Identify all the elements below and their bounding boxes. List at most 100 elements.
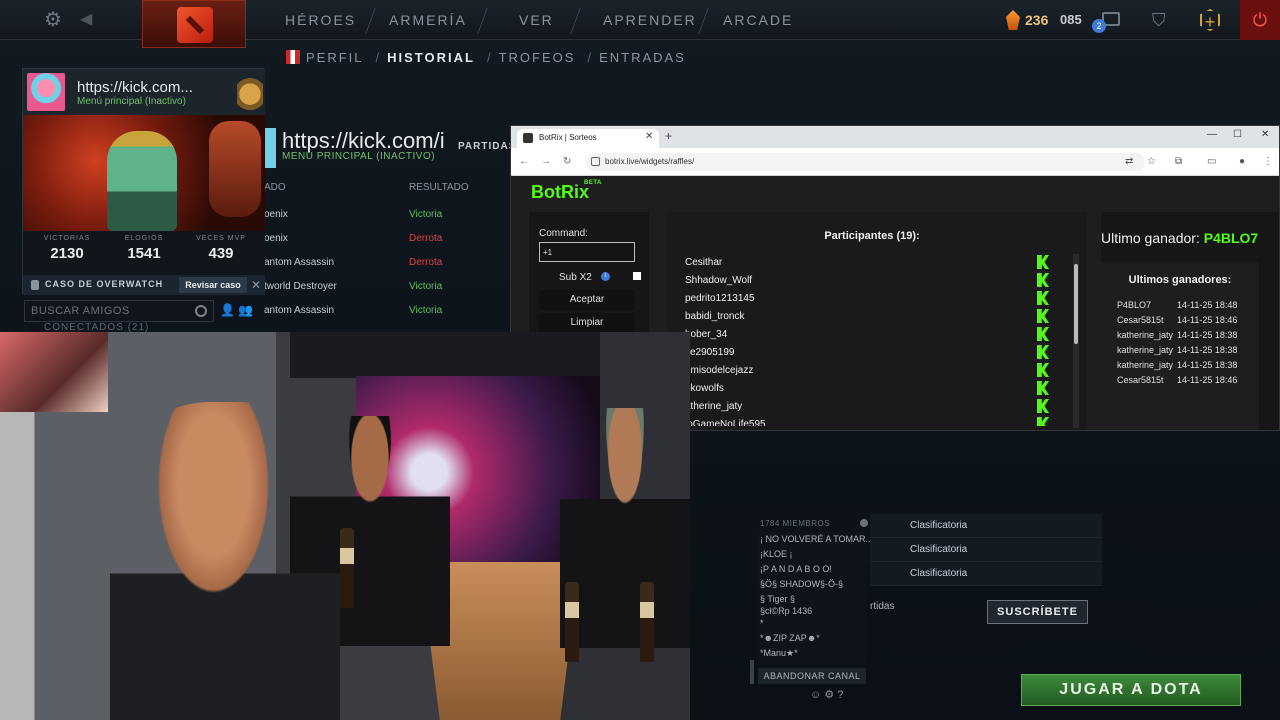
subnav-history[interactable]: HISTORIAL: [387, 50, 475, 65]
list-item[interactable]: xe2905199: [685, 344, 1055, 362]
play-dota-button[interactable]: JUGAR A DOTA: [1021, 674, 1241, 706]
list-item[interactable]: *☻ZIP ZAP☻*: [760, 633, 820, 643]
nav-armory[interactable]: ARMERÍA: [389, 12, 467, 28]
list-item[interactable]: ¡P A N D A B O O!: [760, 564, 832, 574]
list-item[interactable]: *Manu★*: [760, 648, 798, 659]
accept-button[interactable]: Aceptar: [539, 290, 635, 310]
list-item[interactable]: §Ö§ SHADOW§-Ö-§: [760, 579, 843, 589]
profile-status: Menú principal (Inactivo): [77, 96, 186, 107]
clear-button[interactable]: Limpiar: [539, 313, 635, 333]
gear-icon[interactable]: ⚙: [42, 9, 64, 31]
list-item[interactable]: *: [760, 618, 764, 628]
list-item[interactable]: ¡ NO VOLVERÉ A TOMAR...: [760, 534, 873, 544]
match-row[interactable]: tworld Destroyer Victoria: [264, 281, 510, 305]
list-item[interactable]: loGameNoLife595: [685, 416, 1055, 426]
list-item[interactable]: §cl©Rp 1436: [760, 606, 812, 616]
new-tab-icon[interactable]: +: [665, 129, 672, 143]
site-info-icon[interactable]: [591, 157, 600, 166]
profile-card-header: https://kick.com... Menú principal (Inac…: [23, 69, 265, 115]
shards-value: 236: [1025, 12, 1049, 28]
nav-watch[interactable]: VER: [519, 12, 554, 28]
armory-icon[interactable]: ⛉: [1152, 10, 1170, 30]
command-input[interactable]: [539, 242, 635, 262]
ranked-row[interactable]: Clasificatoria: [870, 514, 1102, 538]
cast-icon[interactable]: ▭: [1207, 156, 1216, 167]
subnav-entries[interactable]: ENTRADAS: [599, 50, 686, 65]
list-item[interactable]: umisodelcejazz: [685, 362, 1055, 380]
url-field[interactable]: botrix.live/widgets/raffles/: [585, 153, 1145, 171]
power-icon[interactable]: ⏻: [1240, 0, 1280, 40]
list-item[interactable]: ¡KLOE ¡: [760, 549, 793, 559]
list-item[interactable]: Cesithar: [685, 254, 1055, 272]
settings-icon[interactable]: ⚙: [824, 689, 834, 701]
resize-handle[interactable]: [750, 660, 754, 684]
flag-icon: [286, 50, 300, 64]
back-arrow-icon[interactable]: ◀: [80, 9, 98, 31]
info-icon[interactable]: [860, 519, 868, 527]
nav-separator: [698, 8, 709, 34]
reload-icon[interactable]: ↻: [563, 156, 571, 167]
list-item[interactable]: § Tiger §: [760, 594, 795, 604]
close-window-icon[interactable]: ✕: [1261, 129, 1269, 140]
search-icon[interactable]: [195, 305, 207, 317]
list-item[interactable]: atherine_jaty: [685, 398, 1055, 416]
list-item[interactable]: Shhadow_Wolf: [685, 272, 1055, 290]
bottle: [640, 582, 654, 662]
browser-tab[interactable]: BotRix | Sorteos ✕: [517, 129, 659, 148]
nav-learn[interactable]: APRENDER: [603, 12, 697, 28]
close-icon[interactable]: ✕: [251, 277, 263, 293]
dota-plus-icon[interactable]: +: [1200, 9, 1220, 31]
subnav-trophies[interactable]: TROFEOS: [499, 50, 576, 65]
profile-name[interactable]: https://kick.com...: [77, 79, 193, 96]
subnav-slash: /: [486, 50, 493, 65]
tab-title: BotRix | Sorteos: [539, 133, 597, 142]
nav-heroes[interactable]: HÉROES: [285, 12, 356, 28]
nav-arcade[interactable]: ARCADE: [723, 12, 793, 28]
matches-tab[interactable]: PARTIDAS: [458, 141, 516, 152]
subnav-profile[interactable]: PERFIL: [306, 50, 364, 65]
ranked-row[interactable]: Clasificatoria: [870, 562, 1102, 586]
review-case-button[interactable]: Revisar caso: [179, 277, 247, 293]
minimize-icon[interactable]: —: [1207, 129, 1217, 140]
scrollbar-thumb[interactable]: [1074, 264, 1078, 344]
participant-name: atherine_jaty: [685, 401, 743, 412]
dota-logo[interactable]: [142, 0, 246, 48]
kick-icon: [1037, 255, 1049, 269]
last-winner-name: P4BLO7: [1203, 230, 1259, 246]
sub-x2-checkbox[interactable]: [633, 272, 641, 280]
avatar[interactable]: [27, 73, 65, 111]
profile-card: https://kick.com... Menú principal (Inac…: [22, 68, 265, 295]
list-item[interactable]: babidi_tronck: [685, 308, 1055, 326]
info-icon[interactable]: i: [601, 272, 610, 281]
help-icon[interactable]: ?: [837, 689, 843, 701]
match-row[interactable]: antom Assassin Victoria: [264, 305, 510, 329]
emoji-icon[interactable]: ☺: [810, 689, 821, 701]
kick-icon: [1037, 291, 1049, 305]
list-item[interactable]: pedrito1213145: [685, 290, 1055, 308]
match-row[interactable]: oenix Victoria: [264, 209, 510, 233]
bookmark-star-icon[interactable]: ☆: [1147, 156, 1156, 167]
friends-list-icon[interactable]: 👥: [238, 303, 253, 317]
ranked-row[interactable]: Clasificatoria: [870, 538, 1102, 562]
friends-search-input[interactable]: BUSCAR AMIGOS: [24, 300, 214, 322]
subscribe-button[interactable]: SUSCRÍBETE: [987, 600, 1088, 624]
botrix-logo[interactable]: BotRix: [531, 182, 589, 203]
list-item[interactable]: hober_34: [685, 326, 1055, 344]
participants-scrollbar[interactable]: [1073, 254, 1079, 428]
close-tab-icon[interactable]: ✕: [645, 131, 653, 142]
rank-medal-icon: [237, 71, 263, 113]
menu-dots-icon[interactable]: ⋮: [1263, 156, 1273, 167]
webcam-overlay: [0, 332, 690, 720]
add-friend-icon[interactable]: 👤: [220, 303, 235, 317]
back-icon[interactable]: ←: [519, 156, 529, 167]
translate-icon[interactable]: ⇄: [1125, 156, 1133, 167]
match-row[interactable]: oenix Derrota: [264, 233, 510, 257]
extensions-icon[interactable]: ⧉: [1175, 156, 1182, 167]
forward-icon[interactable]: →: [541, 156, 551, 167]
leave-channel-button[interactable]: ABANDONAR CANAL: [758, 668, 866, 684]
maximize-icon[interactable]: ☐: [1233, 129, 1242, 140]
notification-badge[interactable]: 2: [1092, 19, 1106, 33]
list-item[interactable]: okowolfs: [685, 380, 1055, 398]
match-row[interactable]: antom Assassin Derrota: [264, 257, 510, 281]
profile-icon[interactable]: ●: [1239, 156, 1245, 167]
